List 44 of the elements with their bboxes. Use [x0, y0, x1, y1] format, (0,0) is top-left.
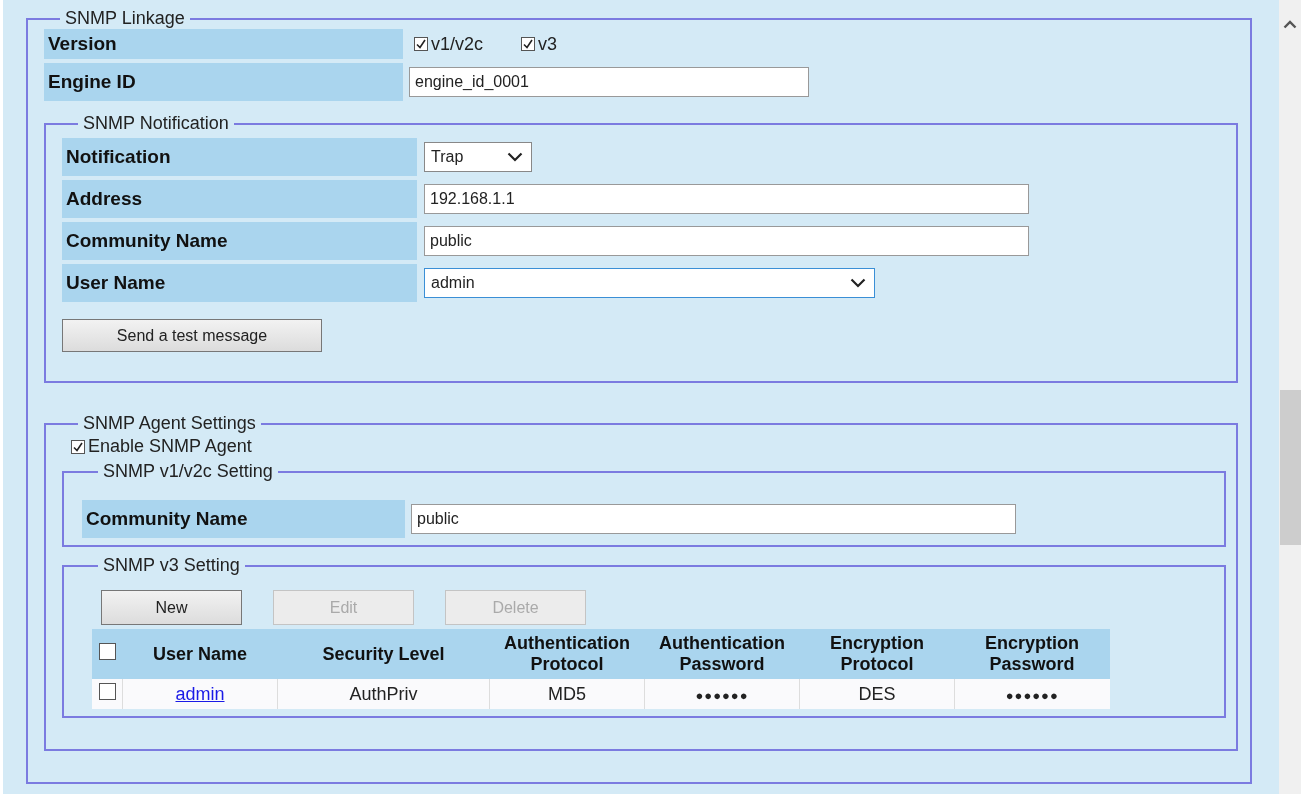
checkbox-icon	[521, 37, 536, 51]
checkbox-icon	[71, 439, 85, 454]
dropdown[interactable]: Trap	[424, 142, 532, 172]
section-legend: SNMP v1/v2c Setting	[98, 461, 278, 482]
chevron-down-icon	[850, 278, 866, 288]
column-header: Encryption Password	[985, 633, 1079, 674]
text-field[interactable]: public	[424, 226, 1029, 256]
table-cell: MD5	[548, 683, 586, 704]
scrollbar-thumb[interactable]	[1280, 390, 1301, 545]
checkbox-icon	[414, 37, 428, 51]
table-cell: ●●●●●●	[1005, 687, 1059, 703]
column-header: User Name	[152, 643, 248, 664]
column-header: Authentication Password	[659, 633, 785, 674]
enable-agent-checkbox[interactable]: Enable SNMP Agent	[71, 436, 1236, 457]
engine-id-field[interactable]: engine_id_0001	[409, 67, 809, 97]
table-cell: DES	[858, 683, 896, 704]
dropdown[interactable]: admin	[424, 268, 875, 298]
field-label: Community Name	[82, 500, 405, 538]
field-label: Version	[44, 29, 403, 59]
field-label: Address	[62, 180, 417, 218]
version-checkbox[interactable]: v3	[521, 33, 558, 55]
column-header: Authentication Protocol	[504, 633, 630, 674]
community-name-field[interactable]: public	[411, 504, 1016, 534]
version-checkbox[interactable]: v1/v2c	[414, 33, 484, 55]
section-legend: SNMP Agent Settings	[78, 413, 261, 434]
field-label: User Name	[62, 264, 417, 302]
column-header: Security Level	[322, 643, 445, 664]
row-checkbox[interactable]	[98, 683, 116, 700]
text-field[interactable]: 192.168.1.1	[424, 184, 1029, 214]
field-label: Engine ID	[44, 63, 403, 101]
table-cell: ●●●●●●	[695, 687, 749, 703]
section-legend: SNMP Linkage	[60, 8, 190, 29]
send-test-button[interactable]: Send a test message	[62, 319, 322, 352]
table-cell: AuthPriv	[349, 683, 418, 704]
toolbar-button[interactable]: New	[101, 590, 242, 625]
scroll-up-icon[interactable]	[1283, 20, 1297, 29]
section-legend: SNMP v3 Setting	[98, 555, 245, 576]
column-header: Encryption Protocol	[830, 633, 924, 674]
field-label: Notification	[62, 138, 417, 176]
section-legend: SNMP Notification	[78, 113, 234, 134]
chevron-down-icon	[507, 152, 523, 162]
field-label: Community Name	[62, 222, 417, 260]
select-all-checkbox[interactable]	[98, 643, 116, 661]
scrollbar[interactable]	[1279, 0, 1301, 794]
